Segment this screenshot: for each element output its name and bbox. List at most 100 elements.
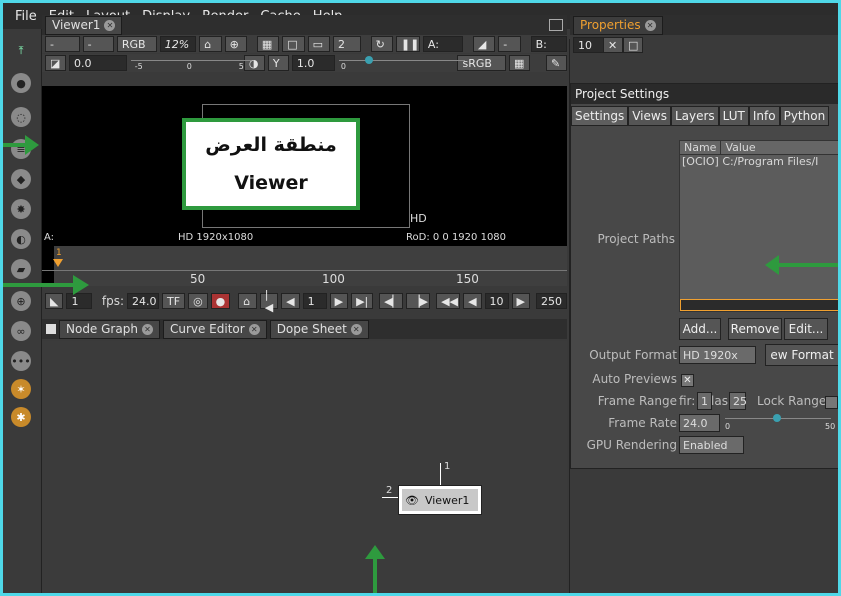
input-a-select[interactable]: A:: [422, 36, 463, 52]
tab-dope-sheet[interactable]: Dope Sheet ✕: [269, 319, 369, 339]
turbo-icon[interactable]: ◎: [188, 293, 208, 309]
first-frame-field[interactable]: 1: [697, 392, 712, 410]
gamma-slider[interactable]: 0: [338, 54, 465, 72]
colorspace-select[interactable]: sRGB: [457, 55, 506, 71]
alpha-select[interactable]: -: [82, 36, 114, 52]
node-graph-canvas[interactable]: 1 2 👁 Viewer1: [42, 341, 567, 591]
callout-arabic: منطقة العرض: [205, 134, 337, 156]
pause-icon[interactable]: ❚❚: [395, 36, 420, 52]
frame-rate-field[interactable]: 24.0: [679, 414, 720, 432]
auto-previews-checkbox[interactable]: ✕: [681, 374, 694, 387]
skip-back-icon[interactable]: ◀: [463, 293, 482, 309]
tab-info[interactable]: Info: [748, 106, 780, 126]
in-point-icon[interactable]: ⌂: [238, 293, 257, 309]
tf-select[interactable]: TF: [162, 293, 186, 309]
node-input-2-label: 2: [386, 485, 393, 496]
lock-range-checkbox[interactable]: [825, 396, 838, 409]
output-format-select[interactable]: HD 1920x: [679, 346, 756, 364]
timeline[interactable]: 1 50 100 150: [42, 246, 567, 286]
views-icon[interactable]: ∞: [11, 321, 31, 341]
gain-field[interactable]: 0.0: [69, 55, 127, 71]
extra-icon[interactable]: ✶: [11, 379, 31, 399]
wipe-icon[interactable]: ◢: [472, 36, 496, 52]
menu-file[interactable]: File: [15, 9, 37, 24]
add-button[interactable]: Add...: [679, 318, 721, 340]
properties-tabstrip: Properties ✕: [570, 15, 838, 35]
other-icon[interactable]: •••: [11, 351, 31, 371]
new-format-button[interactable]: ew Format: [765, 344, 838, 366]
playback-controls: ◣ 1 fps: 24.0 TF ◎ ● ⌂ |◀ ◀ 1 ▶ ▶| ◀▏ ▕▶…: [42, 288, 568, 314]
step-field[interactable]: 1: [302, 293, 327, 309]
panel-menu-icon[interactable]: [549, 19, 563, 31]
layer-select[interactable]: -: [45, 36, 80, 52]
checker-icon[interactable]: ▦: [256, 36, 280, 52]
tab-python[interactable]: Python: [779, 106, 830, 126]
float-panel-icon[interactable]: □: [623, 37, 643, 53]
frame-rate-slider-handle[interactable]: [773, 414, 781, 422]
remove-button[interactable]: Remove: [728, 318, 782, 340]
skip-forward-icon[interactable]: ▶: [511, 293, 531, 309]
nodes-icon[interactable]: ⤒: [11, 41, 31, 61]
record-icon[interactable]: ●: [210, 293, 231, 309]
paint-icon[interactable]: ◌: [11, 107, 31, 127]
project-paths-table[interactable]: Name Value [OCIO] C:/Program Files/I: [679, 140, 838, 312]
close-icon[interactable]: ✕: [248, 323, 260, 335]
picker-icon[interactable]: ✎: [546, 55, 568, 71]
tab-viewer1[interactable]: Viewer1 ✕: [45, 15, 123, 35]
edit-button[interactable]: Edit...: [784, 318, 828, 340]
tab-settings[interactable]: Settings: [571, 106, 629, 126]
viewer-canvas[interactable]: منطقة العرض Viewer HD A: HD 1920x1080 Ro…: [42, 86, 567, 246]
gain-icon[interactable]: ◪: [45, 55, 67, 71]
lock-icon[interactable]: ⌂: [199, 36, 222, 52]
max-panels-field[interactable]: 10: [573, 37, 605, 53]
next-keyframe-icon[interactable]: ▕▶: [406, 293, 431, 309]
wipe-mode-select[interactable]: -: [498, 36, 521, 52]
clear-panels-icon[interactable]: ✕: [603, 37, 623, 53]
horizontal-scrollbar[interactable]: [680, 299, 838, 311]
close-icon[interactable]: ✕: [141, 323, 153, 335]
prev-keyframe-icon[interactable]: ◀▏: [379, 293, 404, 309]
gain-slider[interactable]: -5 0 5: [130, 54, 251, 72]
viewer-node[interactable]: 👁 Viewer1: [398, 485, 482, 515]
gpu-rendering-select[interactable]: Enabled: [679, 436, 744, 454]
tab-lut[interactable]: LUT: [718, 106, 749, 126]
play-icon[interactable]: ▶: [329, 293, 349, 309]
end-frame-field[interactable]: 250: [536, 293, 568, 309]
tab-layers[interactable]: Layers: [670, 106, 719, 126]
overlay-icon[interactable]: □: [282, 36, 305, 52]
close-icon[interactable]: ✕: [104, 19, 116, 31]
go-start-icon[interactable]: |◀: [259, 288, 279, 314]
checkerboard-icon[interactable]: ▦: [509, 55, 531, 71]
close-icon[interactable]: ✕: [350, 323, 362, 335]
last-frame-field[interactable]: 25: [729, 392, 747, 410]
roi-icon[interactable]: ▭: [307, 36, 330, 52]
proxy-select[interactable]: 2: [332, 36, 361, 52]
filter-icon[interactable]: ✸: [11, 199, 31, 219]
input-b-select[interactable]: B:: [530, 36, 568, 52]
gamma-icon[interactable]: ◑: [243, 55, 265, 71]
tab-properties[interactable]: Properties ✕: [573, 15, 663, 35]
settings-tabs: Settings Views Layers LUT Info Python: [571, 106, 830, 126]
step-back-icon[interactable]: ◀: [281, 293, 300, 309]
image-icon[interactable]: ●: [11, 73, 31, 93]
keyer-icon[interactable]: ◐: [11, 229, 31, 249]
gamma-field[interactable]: 1.0: [291, 55, 335, 71]
plus-icon[interactable]: ⊕: [224, 36, 247, 52]
tab-views[interactable]: Views: [628, 106, 671, 126]
increment-field[interactable]: 10: [484, 293, 509, 309]
channels-select[interactable]: RGB: [116, 36, 157, 52]
tab-curve-editor[interactable]: Curve Editor ✕: [162, 319, 267, 339]
playhead-icon[interactable]: [53, 259, 63, 267]
refresh-icon[interactable]: ↻: [370, 36, 393, 52]
close-icon[interactable]: ✕: [644, 19, 656, 31]
plugin-icon[interactable]: ✱: [11, 407, 31, 427]
arrow-toolbar: [3, 135, 39, 155]
go-end-icon[interactable]: ▶|: [351, 293, 374, 309]
tab-node-graph[interactable]: Node Graph ✕: [59, 319, 160, 339]
panel-icon[interactable]: [46, 324, 56, 334]
color-icon[interactable]: ◆: [11, 169, 31, 189]
table-row[interactable]: [OCIO] C:/Program Files/I: [680, 155, 838, 168]
zoom-field[interactable]: 12%: [159, 36, 197, 52]
play-backward-icon[interactable]: ◀◀: [436, 293, 461, 309]
fps-field[interactable]: 24.0: [127, 293, 160, 309]
